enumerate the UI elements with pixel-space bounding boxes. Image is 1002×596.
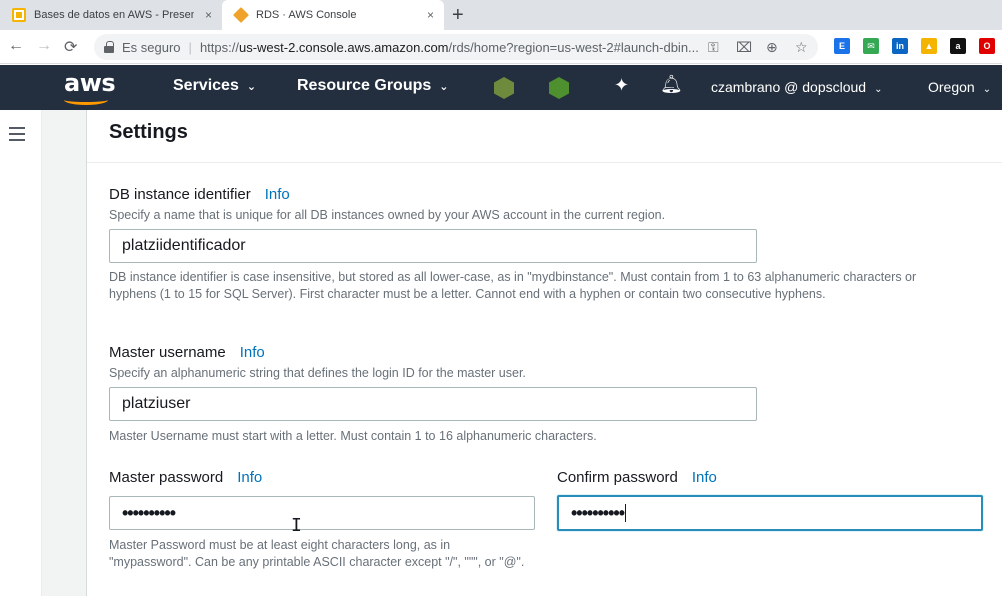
master-password-label: Master password Info [109,469,263,486]
info-link[interactable]: Info [265,186,290,203]
chevron-down-icon: ⌄ [982,84,992,95]
confirm-password-input[interactable]: •••••••••• [557,495,983,531]
hamburger-menu-icon[interactable] [9,127,25,145]
service-shortcut-icon[interactable] [549,77,569,99]
aws-smile-logo [64,95,108,105]
db-identifier-input[interactable]: platziidentificador [109,229,757,263]
reload-icon[interactable]: ⟳ [64,37,77,57]
mouse-ibeam-cursor: I [291,515,302,536]
info-link[interactable]: Info [237,469,262,486]
url-text[interactable]: https://us-west-2.console.aws.amazon.com… [200,40,700,55]
translate-icon[interactable]: ⌧ [736,39,752,56]
service-shortcut-icon[interactable] [494,77,514,99]
bookmark-star-icon[interactable]: ☆ [795,39,808,56]
drive-ext-icon[interactable]: ▲ [921,38,937,54]
forward-icon[interactable]: → [36,37,52,55]
resource-groups-menu[interactable]: Resource Groups ⌄ [297,77,448,95]
tab-title: RDS · AWS Console [256,9,357,21]
aws-logo[interactable]: aws [64,69,116,97]
master-username-description: Specify an alphanumeric string that defi… [109,366,526,380]
close-tab-icon[interactable]: × [427,8,434,22]
master-password-hint: Master Password must be at least eight c… [109,538,525,569]
browser-toolbar: ← → ⟳ Es seguro | https://us-west-2.cons… [0,30,1002,64]
browser-tab-strip: Bases de datos en AWS - Present × RDS · … [0,0,1002,30]
amazon-ext-icon[interactable]: a [950,38,966,54]
settings-panel: Settings DB instance identifier Info Spec… [86,110,1002,596]
db-identifier-label: DB instance identifier Info [109,186,290,203]
e-ext-icon[interactable]: E [834,38,850,54]
layout-gutter [42,110,86,596]
chevron-down-icon: ⌄ [874,84,883,95]
confirm-password-value: •••••••••• [571,502,625,523]
lock-icon [104,41,114,53]
linkedin-ext-icon[interactable]: in [892,38,908,54]
address-bar[interactable]: Es seguro | https://us-west-2.console.aw… [94,34,818,60]
chevron-down-icon: ⌄ [246,81,257,93]
chevron-down-icon: ⌄ [439,81,449,93]
divider [87,162,1002,163]
section-title: Settings [109,121,188,143]
text-cursor [625,504,627,522]
new-tab-button[interactable]: + [452,4,464,27]
confirm-password-label: Confirm password Info [557,469,717,486]
secure-label: Es seguro [122,39,181,55]
master-username-hint: Master Username must start with a letter… [109,429,597,443]
browser-tab-rds[interactable]: RDS · AWS Console × [222,0,444,30]
sidebar [0,110,42,596]
close-tab-icon[interactable]: × [205,8,212,22]
zoom-icon[interactable]: ⊕ [766,39,778,56]
opera-ext-icon[interactable]: O [979,38,995,54]
master-username-input[interactable]: platziuser [109,387,757,421]
aws-favicon-icon [233,7,249,23]
db-identifier-description: Specify a name that is unique for all DB… [109,208,666,222]
info-link[interactable]: Info [692,469,717,486]
pin-icon[interactable]: ✦ [614,75,629,96]
master-username-label: Master username Info [109,344,265,361]
services-menu[interactable]: Services ⌄ [173,77,256,95]
key-icon[interactable]: ⚿ [708,39,719,56]
tab-title: Bases de datos en AWS - Present [34,9,194,21]
browser-tab-slides[interactable]: Bases de datos en AWS - Present × [0,0,222,30]
back-icon[interactable]: ← [8,37,24,55]
master-password-input[interactable]: •••••••••• [109,496,535,530]
slides-favicon-icon [12,8,26,22]
region-menu[interactable]: Oregon ⌄ [928,79,991,95]
aws-top-nav: aws Services ⌄ Resource Groups ⌄ ✦ 🔔︎ czam… [0,65,1002,110]
db-identifier-hint: DB instance identifier is case insensiti… [109,270,917,301]
omnibox-divider: | [188,39,192,55]
info-link[interactable]: Info [240,344,265,361]
account-menu[interactable]: czambrano @ dopscloud ⌄ [711,79,882,95]
mail-ext-icon[interactable]: ✉ [863,38,879,54]
bell-icon[interactable]: 🔔︎ [660,74,683,95]
